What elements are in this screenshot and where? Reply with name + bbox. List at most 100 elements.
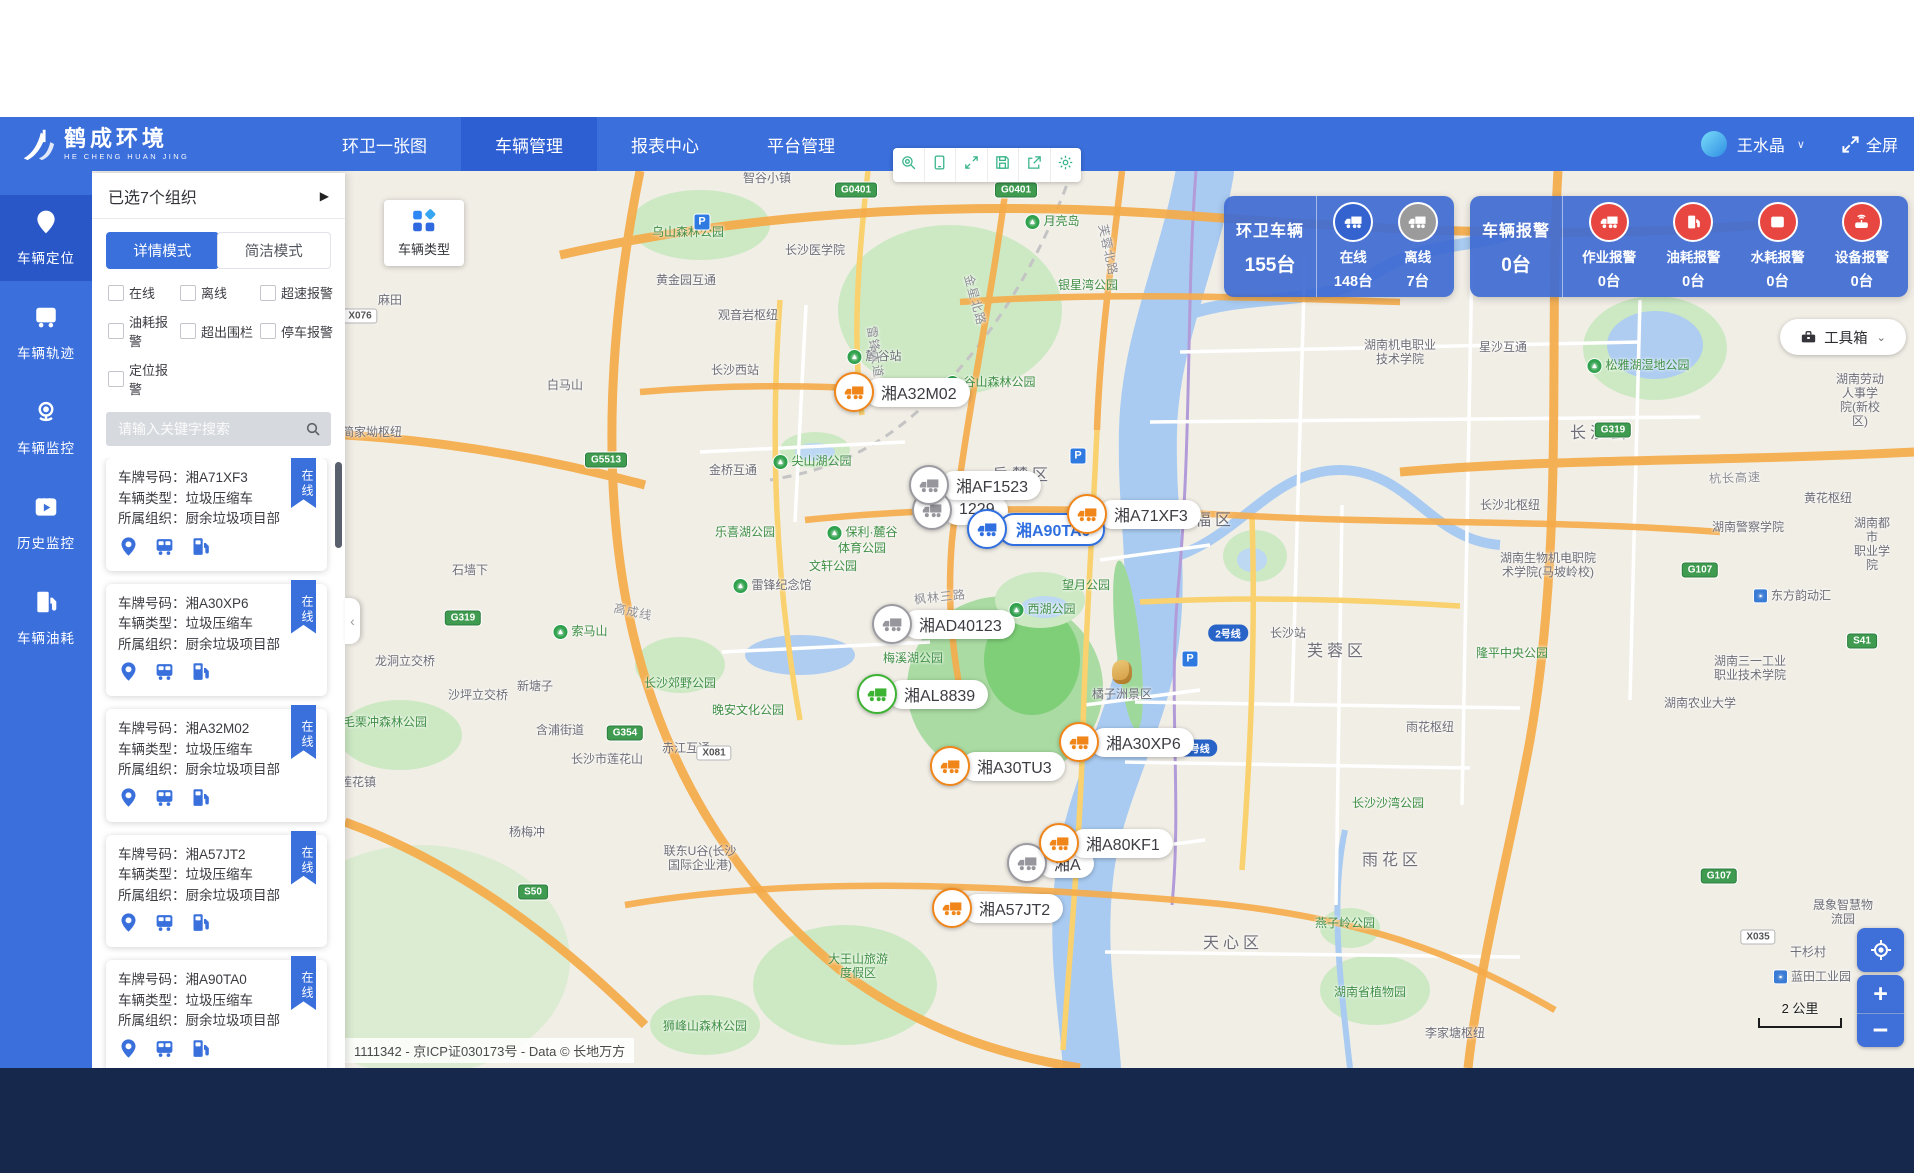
vehicle-card-1[interactable]: 车牌号码：湘A71XF3车辆类型：垃圾压缩车所属组织：厨余垃圾项目部在线 <box>106 458 327 571</box>
truck-alarm-icon <box>1589 202 1629 242</box>
mode-tab-1[interactable]: 详情模式 <box>106 232 219 269</box>
checkbox[interactable] <box>260 285 276 301</box>
marker-truck-icon <box>932 888 972 928</box>
search-icon[interactable] <box>305 421 321 437</box>
fuel-vehicle-icon[interactable] <box>190 787 211 813</box>
vehicle-type-button[interactable]: 车辆类型 <box>384 200 464 266</box>
filter-7[interactable]: 定位报警 <box>108 360 180 398</box>
scrollbar[interactable] <box>335 462 342 548</box>
search-input[interactable] <box>116 420 305 438</box>
vehicle-marker-湘AD40123[interactable]: 湘AD40123 <box>872 604 1015 644</box>
map-canvas[interactable] <box>92 171 1914 1173</box>
alarm-title: 车辆报警 <box>1482 217 1550 241</box>
locate-vehicle-icon[interactable] <box>118 1038 139 1064</box>
fleet-online: 在线 148台 <box>1333 202 1373 291</box>
filter-1[interactable]: 在线 <box>108 283 180 302</box>
zoom-in-button[interactable]: + <box>1857 975 1904 1014</box>
toolbox-button[interactable]: 工具箱 ⌄ <box>1780 319 1906 355</box>
track-vehicle-icon[interactable] <box>154 536 175 562</box>
panel-collapse-button[interactable]: ‹ <box>345 598 360 644</box>
vehicle-card-actions <box>118 787 315 813</box>
filter-label: 停车报警 <box>281 322 333 341</box>
locate-vehicle-icon[interactable] <box>118 536 139 562</box>
mode-tab-2[interactable]: 简洁模式 <box>217 232 332 269</box>
expand-arrow-icon[interactable]: ▶ <box>320 189 329 203</box>
fuel-vehicle-icon[interactable] <box>190 912 211 938</box>
vehicle-marker-湘A30TU3[interactable]: 湘A30TU3 <box>930 746 1065 786</box>
nav-menu-item-3[interactable]: 报表中心 <box>597 117 733 171</box>
vehicle-type-icon <box>411 208 437 234</box>
alarm-item-label: 油耗报警 <box>1666 246 1720 266</box>
filter-5[interactable]: 超出围栏 <box>180 312 260 350</box>
checkbox[interactable] <box>180 285 196 301</box>
vehicle-marker-湘A32M02[interactable]: 湘A32M02 <box>834 372 970 412</box>
filter-6[interactable]: 停车报警 <box>260 312 345 350</box>
share-button[interactable] <box>1019 148 1051 182</box>
vehicle-marker-湘AF1523[interactable]: 湘AF1523 <box>909 465 1041 505</box>
filter-label: 离线 <box>201 283 227 302</box>
checkbox[interactable] <box>260 323 276 339</box>
magnifier-button[interactable] <box>893 148 925 182</box>
vehicle-list[interactable]: 车牌号码：湘A71XF3车辆类型：垃圾压缩车所属组织：厨余垃圾项目部在线车牌号码… <box>92 458 345 1118</box>
checkbox[interactable] <box>108 371 124 387</box>
vehicle-marker-湘A71XF3[interactable]: 湘A71XF3 <box>1067 494 1201 534</box>
track-vehicle-icon[interactable] <box>154 912 175 938</box>
sidebar-item-4[interactable]: 历史监控 <box>0 480 92 566</box>
alarm-item-count: 0台 <box>1851 270 1874 291</box>
bus-icon <box>33 304 59 335</box>
vehicle-marker-湘A30XP6[interactable]: 湘A30XP6 <box>1059 722 1194 762</box>
sidebar-item-1[interactable]: 车辆定位 <box>0 195 92 281</box>
marker-plate-label: 湘AD40123 <box>903 610 1015 639</box>
video-icon <box>33 494 59 525</box>
magnifier-icon <box>900 154 917 176</box>
settings-button[interactable] <box>1051 148 1082 182</box>
nav-menu-item-1[interactable]: 环卫一张图 <box>308 117 461 171</box>
locate-button[interactable] <box>1857 928 1904 972</box>
vehicle-plate: 车牌号码：湘A57JT2 <box>118 845 315 866</box>
checkbox[interactable] <box>108 323 124 339</box>
user-chevron-down-icon[interactable]: ∨ <box>1797 138 1805 151</box>
sidebar-item-5[interactable]: 车辆油耗 <box>0 575 92 661</box>
monitor-icon <box>931 154 948 176</box>
user-name[interactable]: 王水晶 <box>1737 132 1785 156</box>
track-vehicle-icon[interactable] <box>154 787 175 813</box>
vehicle-card-actions <box>118 1038 315 1064</box>
track-vehicle-icon[interactable] <box>154 1038 175 1064</box>
vehicle-card-4[interactable]: 车牌号码：湘A57JT2车辆类型：垃圾压缩车所属组织：厨余垃圾项目部在线 <box>106 835 327 948</box>
sidebar-item-3[interactable]: 车辆监控 <box>0 385 92 471</box>
user-avatar[interactable] <box>1701 131 1727 157</box>
nav-menu-item-2[interactable]: 车辆管理 <box>461 117 597 171</box>
vehicle-marker-湘AL8839[interactable]: 湘AL8839 <box>857 674 988 714</box>
checkbox[interactable] <box>108 285 124 301</box>
locate-vehicle-icon[interactable] <box>118 661 139 687</box>
org-selector[interactable]: 已选7个组织 ▶ <box>92 173 345 219</box>
fullscreen-button[interactable]: 全屏 <box>1841 132 1898 156</box>
scale-line <box>1758 1018 1842 1028</box>
fuel-vehicle-icon[interactable] <box>190 1038 211 1064</box>
vehicle-card-2[interactable]: 车牌号码：湘A30XP6车辆类型：垃圾压缩车所属组织：厨余垃圾项目部在线 <box>106 584 327 697</box>
fuel-vehicle-icon[interactable] <box>190 661 211 687</box>
nav-menu-item-4[interactable]: 平台管理 <box>733 117 869 171</box>
vehicle-marker-湘A57JT2[interactable]: 湘A57JT2 <box>932 888 1063 928</box>
sidebar-item-2[interactable]: 车辆轨迹 <box>0 290 92 376</box>
vehicle-card-3[interactable]: 车牌号码：湘A32M02车辆类型：垃圾压缩车所属组织：厨余垃圾项目部在线 <box>106 709 327 822</box>
locate-vehicle-icon[interactable] <box>118 912 139 938</box>
expand-button[interactable] <box>956 148 988 182</box>
filter-2[interactable]: 离线 <box>180 283 260 302</box>
checkbox[interactable] <box>180 323 196 339</box>
locate-vehicle-icon[interactable] <box>118 787 139 813</box>
track-vehicle-icon[interactable] <box>154 661 175 687</box>
filter-3[interactable]: 超速报警 <box>260 283 345 302</box>
scale-label: 2 公里 <box>1758 998 1842 1017</box>
offline-count: 7台 <box>1406 270 1429 291</box>
fuel-vehicle-icon[interactable] <box>190 536 211 562</box>
save-button[interactable] <box>988 148 1020 182</box>
search-box <box>106 412 331 446</box>
zoom-out-button[interactable]: − <box>1857 1014 1904 1047</box>
org-selector-label: 已选7个组织 <box>108 184 197 208</box>
vehicle-card-5[interactable]: 车牌号码：湘A90TA0车辆类型：垃圾压缩车所属组织：厨余垃圾项目部在线 <box>106 960 327 1073</box>
vehicle-marker-湘A80KF1[interactable]: 湘A80KF1 <box>1039 823 1173 863</box>
online-truck-icon <box>1333 202 1373 242</box>
monitor-button[interactable] <box>925 148 957 182</box>
filter-4[interactable]: 油耗报警 <box>108 312 180 350</box>
